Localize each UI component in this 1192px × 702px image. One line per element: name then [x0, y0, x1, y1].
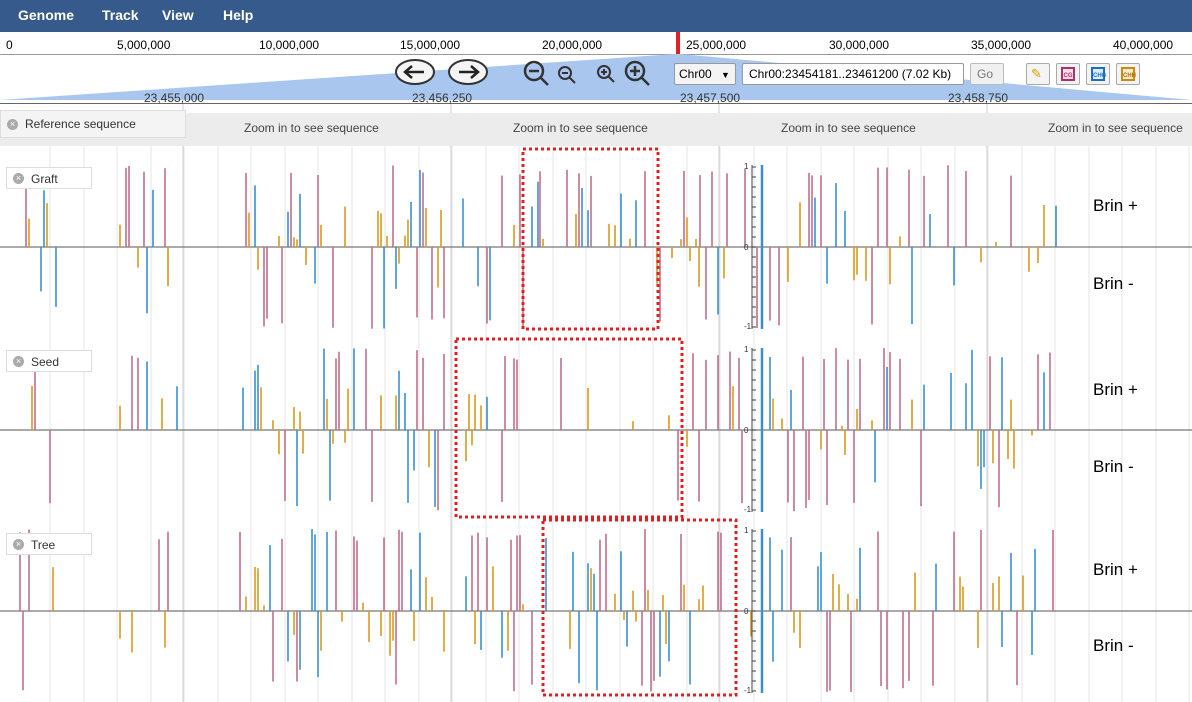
axis-label: -1 — [744, 686, 752, 695]
minus-strand-label: Brin - — [1093, 274, 1134, 293]
track-name: Tree — [31, 538, 56, 552]
highlight-region-box — [541, 518, 738, 697]
minus-strand-label: Brin - — [1093, 636, 1134, 655]
track-name: Reference sequence — [25, 117, 136, 131]
track-label-graft[interactable]: × Graft — [6, 167, 92, 189]
track-name: Seed — [31, 355, 60, 369]
tracks-canvas: 1 0 -1 1 0 -1 1 0 -1 — [0, 104, 1192, 702]
reference-zoom-message: Zoom in to see sequence — [513, 121, 648, 135]
close-icon[interactable]: × — [13, 173, 24, 184]
axis-label: 1 — [744, 526, 749, 535]
reference-zoom-message: Zoom in to see sequence — [781, 121, 916, 135]
highlight-region-box — [454, 337, 684, 519]
track-name: Graft — [31, 172, 58, 186]
axis-label: 0 — [744, 426, 749, 435]
reference-zoom-message: Zoom in to see sequence — [244, 121, 379, 135]
axis-label: 0 — [744, 243, 749, 252]
close-icon[interactable]: × — [13, 356, 24, 367]
axis-label: 0 — [744, 607, 749, 616]
axis-label: 1 — [744, 345, 749, 354]
close-icon[interactable]: × — [7, 119, 18, 130]
axis-label: -1 — [744, 322, 752, 331]
reference-zoom-message: Zoom in to see sequence — [1048, 121, 1183, 135]
axis-label: -1 — [744, 505, 752, 514]
plus-strand-label: Brin + — [1093, 380, 1138, 399]
track-label-seed[interactable]: × Seed — [6, 350, 92, 372]
minus-strand-label: Brin - — [1093, 457, 1134, 476]
track-label-tree[interactable]: × Tree — [6, 533, 92, 555]
axis-label: 1 — [744, 162, 749, 171]
plus-strand-label: Brin + — [1093, 196, 1138, 215]
close-icon[interactable]: × — [13, 539, 24, 550]
track-label-reference[interactable]: × Reference sequence — [0, 110, 186, 138]
plus-strand-label: Brin + — [1093, 560, 1138, 579]
